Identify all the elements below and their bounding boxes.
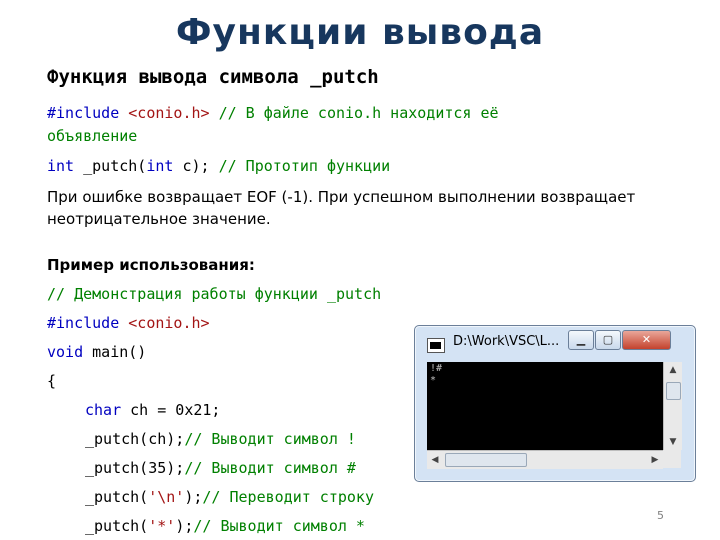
putch-call-3: _putch('\n');// Переводит строку xyxy=(85,488,374,506)
console-output-line-2: * xyxy=(430,375,437,386)
prototype-comment: // Прототип функции xyxy=(218,157,391,175)
putch-call-4: _putch('*');// Выводит символ * xyxy=(85,517,365,535)
putch-call-3-pre: _putch( xyxy=(85,488,149,506)
resize-grip[interactable] xyxy=(663,450,681,468)
vertical-scrollbar[interactable]: ▲ ▼ xyxy=(663,362,682,450)
putch-call-2: _putch(35);// Выводит символ # xyxy=(85,459,356,477)
putch-call-1-comment: // Выводит символ ! xyxy=(184,430,356,448)
putch-call-3-comment: // Переводит строку xyxy=(202,488,374,506)
console-window[interactable]: D:\Work\VSC\L... ▁ ▢ ✕ !# * ▲ ▼ ◀ ▶ xyxy=(414,325,696,482)
putch-call-4-pre: _putch( xyxy=(85,517,149,535)
putch-call-3-post: ); xyxy=(184,488,203,506)
slide-title: Функции вывода xyxy=(175,12,545,53)
scroll-down-icon[interactable]: ▼ xyxy=(664,434,682,450)
char-rest: ch = 0x21; xyxy=(121,401,221,419)
minimize-button[interactable]: ▁ xyxy=(568,330,594,350)
include-header: <conio.h> xyxy=(128,104,210,122)
putch-call-1-code: _putch(ch); xyxy=(85,430,185,448)
prototype-name: _putch( xyxy=(74,157,147,175)
prototype-rest: c); xyxy=(173,157,219,175)
putch-call-2-code: _putch(35); xyxy=(85,459,185,477)
horizontal-scroll-thumb[interactable] xyxy=(445,453,527,467)
example-include-header: <conio.h> xyxy=(128,314,210,332)
maximize-button[interactable]: ▢ xyxy=(595,330,621,350)
open-brace: { xyxy=(47,372,57,390)
putch-call-4-post: ); xyxy=(175,517,194,535)
scroll-left-icon[interactable]: ◀ xyxy=(427,451,443,469)
include-line: #include <conio.h> // В файле conio.h на… xyxy=(47,104,499,122)
char-type: char xyxy=(85,401,122,419)
return-description: При ошибке возвращает EOF (-1). При успе… xyxy=(47,188,636,228)
main-rest: main() xyxy=(83,343,147,361)
close-button[interactable]: ✕ xyxy=(622,330,671,350)
console-output-line-1: !# xyxy=(430,363,443,374)
console-output[interactable]: !# * xyxy=(427,362,663,450)
char-declaration: char ch = 0x21; xyxy=(85,401,220,419)
putch-call-3-string: '\n' xyxy=(148,488,185,506)
prototype-line: int _putch(int c); // Прототип функции xyxy=(47,157,390,175)
include-comment: // В файле conio.h находится её xyxy=(218,104,499,122)
prototype-param-type: int xyxy=(146,157,174,175)
example-comment: // Демонстрация работы функции _putch xyxy=(47,285,382,303)
main-signature: void main() xyxy=(47,343,146,361)
console-title: D:\Work\VSC\L... xyxy=(453,334,560,349)
prototype-return-type: int xyxy=(47,157,75,175)
putch-call-4-string: '*' xyxy=(148,517,176,535)
example-label: Пример использования: xyxy=(47,256,255,274)
console-titlebar[interactable]: D:\Work\VSC\L... ▁ ▢ ✕ xyxy=(415,326,695,358)
example-include-line: #include <conio.h> xyxy=(47,314,210,332)
putch-call-1: _putch(ch);// Выводит символ ! xyxy=(85,430,356,448)
include-comment-continuation: объявление xyxy=(47,127,138,145)
putch-call-4-comment: // Выводит символ * xyxy=(193,517,365,535)
include-directive: #include xyxy=(47,104,120,122)
page-number: 5 xyxy=(657,509,664,522)
example-include-directive: #include xyxy=(47,314,120,332)
main-return-type: void xyxy=(47,343,84,361)
section-heading: Функция вывода символа _putch xyxy=(47,66,379,88)
horizontal-scrollbar[interactable]: ◀ ▶ xyxy=(427,450,663,469)
vertical-scroll-thumb[interactable] xyxy=(666,382,681,400)
scroll-up-icon[interactable]: ▲ xyxy=(664,362,682,378)
putch-call-2-comment: // Выводит символ # xyxy=(184,459,356,477)
scroll-right-icon[interactable]: ▶ xyxy=(647,451,663,469)
console-app-icon[interactable] xyxy=(427,338,445,353)
